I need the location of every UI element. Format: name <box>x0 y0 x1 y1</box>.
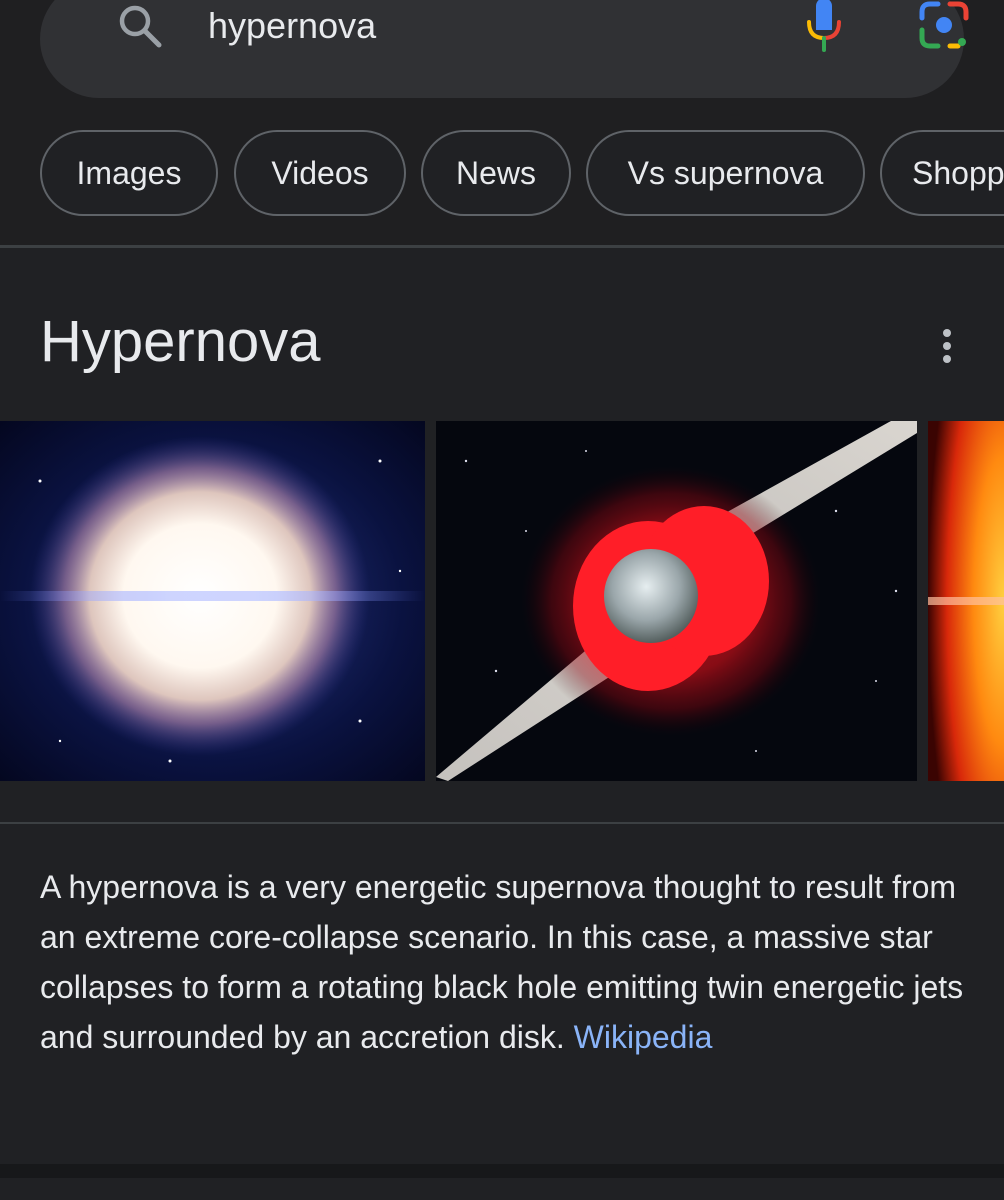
explosion-image <box>0 421 425 781</box>
hypernova-image-2[interactable] <box>436 421 917 781</box>
chip-news[interactable]: News <box>421 130 571 216</box>
more-vert-icon[interactable] <box>930 326 964 366</box>
filter-chips: Images Videos News Vs supernova Shopping <box>0 130 1004 220</box>
jets-image <box>436 421 917 781</box>
divider <box>0 1164 1004 1178</box>
chip-images[interactable]: Images <box>40 130 218 216</box>
fire-image <box>928 421 1004 781</box>
wikipedia-link[interactable]: Wikipedia <box>574 1019 713 1055</box>
search-bar[interactable]: hypernova <box>40 0 969 98</box>
search-icon[interactable] <box>116 2 164 50</box>
mic-icon[interactable] <box>804 0 844 52</box>
divider <box>0 822 1004 824</box>
lens-icon[interactable] <box>918 0 970 50</box>
chip-shopping[interactable]: Shopping <box>880 130 1004 216</box>
description-text: A hypernova is a very energetic supernov… <box>40 869 964 1055</box>
knowledge-panel-description: A hypernova is a very energetic supernov… <box>40 862 970 1062</box>
hypernova-image-1[interactable] <box>0 421 425 781</box>
divider <box>0 245 1004 248</box>
hypernova-image-3[interactable] <box>928 421 1004 781</box>
search-input[interactable]: hypernova <box>208 4 376 48</box>
chip-vs-supernova[interactable]: Vs supernova <box>586 130 865 216</box>
chip-videos[interactable]: Videos <box>234 130 406 216</box>
knowledge-panel-title: Hypernova <box>40 309 321 374</box>
